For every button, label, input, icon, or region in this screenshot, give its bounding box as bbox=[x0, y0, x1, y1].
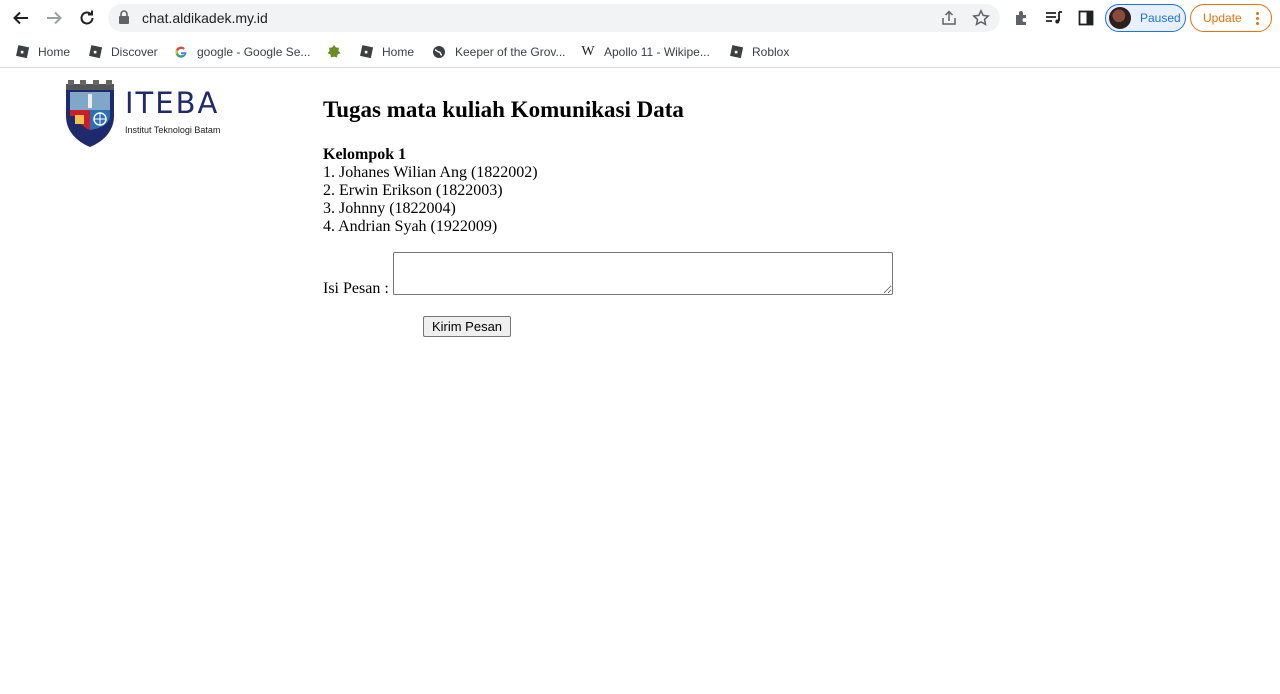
roblox-icon bbox=[14, 44, 30, 60]
back-arrow-icon bbox=[13, 11, 28, 25]
google-icon bbox=[173, 44, 189, 60]
bookmark-label: Home bbox=[38, 45, 71, 59]
side-panel-icon[interactable] bbox=[1074, 6, 1098, 30]
iteba-logo: ITEBA Institut Teknologi Batam bbox=[62, 78, 237, 150]
bookmark-label: Apollo 11 - Wikipe... bbox=[604, 45, 710, 59]
green-leaf-icon bbox=[326, 44, 342, 60]
bookmark-apollo-11[interactable]: W Apollo 11 - Wikipe... bbox=[580, 42, 710, 62]
send-message-button[interactable]: Kirim Pesan bbox=[423, 316, 511, 337]
bookmarks-bar: Home Discover google - Google Se... Home… bbox=[0, 36, 1280, 68]
wikipedia-icon: W bbox=[581, 44, 595, 59]
back-button[interactable] bbox=[9, 6, 33, 30]
bookmark-label: Roblox bbox=[752, 45, 790, 59]
member-item: 1. Johanes Wilian Ang (1822002) bbox=[323, 164, 538, 181]
globe-icon bbox=[431, 44, 447, 60]
roblox-icon bbox=[358, 44, 374, 60]
profile-button[interactable]: Paused bbox=[1105, 4, 1186, 32]
bookmark-star-icon[interactable] bbox=[972, 9, 990, 32]
forward-arrow-icon bbox=[47, 11, 62, 25]
reload-icon bbox=[80, 10, 94, 25]
extensions-icon[interactable] bbox=[1010, 6, 1034, 30]
update-label: Update bbox=[1203, 11, 1242, 25]
bookmark-label: Keeper of the Grov... bbox=[455, 45, 566, 59]
group-heading: Kelompok 1 bbox=[323, 146, 407, 163]
bookmark-home-2[interactable]: Home bbox=[358, 42, 414, 62]
bookmark-label: google - Google Se... bbox=[197, 45, 311, 59]
url-text: chat.aldikadek.my.id bbox=[142, 10, 268, 26]
message-textarea[interactable] bbox=[393, 252, 893, 295]
roblox-icon bbox=[87, 44, 103, 60]
message-label: Isi Pesan : bbox=[323, 280, 389, 297]
main-content: Tugas mata kuliah Komunikasi Data Kelomp… bbox=[323, 96, 684, 236]
browser-toolbar: chat.aldikadek.my.id Paused Update bbox=[0, 0, 1280, 36]
bookmark-home-1[interactable]: Home bbox=[14, 42, 70, 62]
bookmark-label: Discover bbox=[111, 45, 158, 59]
bookmark-label: Home bbox=[382, 45, 415, 59]
iteba-crest-icon bbox=[66, 80, 114, 147]
bookmark-google[interactable]: google - Google Se... bbox=[173, 42, 310, 62]
media-queue-icon[interactable] bbox=[1042, 6, 1066, 30]
page-title: Tugas mata kuliah Komunikasi Data bbox=[323, 97, 684, 122]
logo-brand-text: ITEBA bbox=[125, 86, 220, 120]
forward-button[interactable] bbox=[42, 6, 66, 30]
roblox-icon bbox=[728, 44, 744, 60]
member-item: 3. Johnny (1822004) bbox=[323, 200, 456, 217]
avatar bbox=[1109, 7, 1131, 29]
reload-button[interactable] bbox=[75, 6, 99, 30]
profile-status-label: Paused bbox=[1140, 11, 1181, 25]
bookmark-roblox[interactable]: Roblox bbox=[728, 42, 789, 62]
address-bar[interactable]: chat.aldikadek.my.id bbox=[108, 4, 1000, 32]
update-button[interactable]: Update bbox=[1190, 4, 1272, 32]
lock-icon bbox=[118, 10, 130, 30]
member-item: 2. Erwin Erikson (1822003) bbox=[323, 182, 503, 199]
share-icon[interactable] bbox=[940, 9, 958, 32]
bookmark-keeper-of-the-grove[interactable]: Keeper of the Grov... bbox=[431, 42, 566, 62]
bookmark-green-leaf[interactable] bbox=[326, 42, 350, 62]
member-item: 4. Andrian Syah (1922009) bbox=[323, 218, 498, 235]
logo-subtitle: Institut Teknologi Batam bbox=[125, 125, 221, 135]
kebab-menu-icon bbox=[1255, 11, 1259, 25]
bookmark-discover[interactable]: Discover bbox=[87, 42, 158, 62]
